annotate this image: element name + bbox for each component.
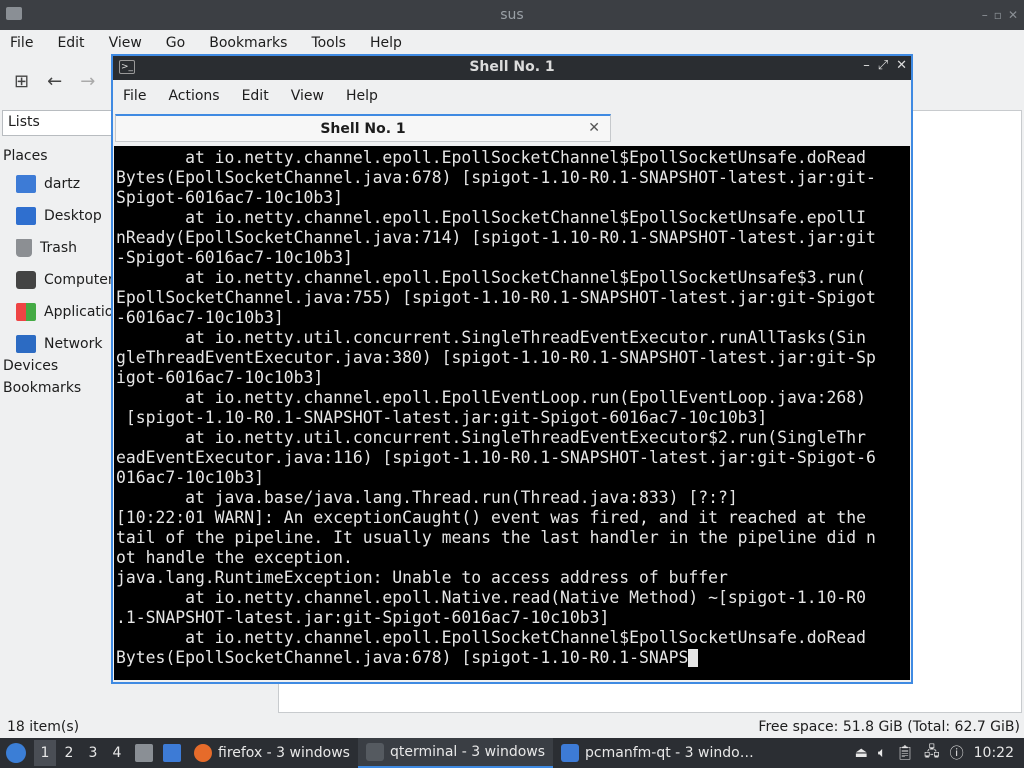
workspace-2[interactable]: 2 [58,740,80,766]
terminal-line: [spigot-1.10-R0.1-SNAPSHOT-latest.jar:gi… [116,408,768,427]
terminal-line: at io.netty.channel.epoll.EpollSocketCha… [116,208,866,227]
terminal-titlebar[interactable]: >_ Shell No. 1 – ⤢ ✕ [113,56,911,80]
menu-tools[interactable]: Tools [311,35,358,51]
tab-shell-1[interactable]: Shell No. 1 ✕ [115,114,611,142]
free-space: Free space: 51.8 GiB (Total: 62.7 GiB) [758,718,1020,735]
task-firefox[interactable]: firefox - 3 windows [186,738,358,768]
terminal-line: at io.netty.util.concurrent.SingleThread… [116,328,866,347]
terminal-line: at io.netty.channel.epoll.EpollEventLoop… [116,388,866,407]
sidebar-item-trash[interactable]: Trash [0,232,112,264]
menu-file[interactable]: File [123,88,146,104]
show-desktop-icon[interactable] [163,744,181,762]
maximize-icon[interactable]: ▫ [994,8,1002,22]
menu-file[interactable]: File [10,35,45,51]
terminal-line: at io.netty.util.concurrent.SingleThread… [116,428,866,447]
terminal-line: eadEventExecutor.java:116) [spigot-1.10-… [116,448,876,467]
devices-header[interactable]: Devices [0,356,112,378]
menu-help[interactable]: Help [370,35,414,51]
sidebar-item-desktop[interactable]: Desktop [0,200,112,232]
terminal-line: igot-6016ac7-10c10b3] [116,368,324,387]
terminal-line: 016ac7-10c10b3] [116,468,265,487]
back-icon[interactable]: ← [47,71,62,92]
close-icon[interactable]: ✕ [896,58,907,73]
maximize-icon[interactable]: ⤢ [878,58,888,73]
clock[interactable]: 10:22 [974,745,1014,761]
menu-actions[interactable]: Actions [168,88,219,104]
terminal-line: Bytes(EpollSocketChannel.java:678) [spig… [116,648,910,668]
menubar: File Edit View Go Bookmarks Tools Help [0,30,1024,56]
firefox-icon [194,744,212,762]
places-sidebar: Places dartz Desktop Trash Computer Appl… [0,146,112,400]
terminal-line: at io.netty.channel.epoll.EpollSocketCha… [116,628,866,647]
terminal-line: EpollSocketChannel.java:755) [spigot-1.1… [116,288,876,307]
menu-edit[interactable]: Edit [242,88,269,104]
menu-view[interactable]: View [291,88,324,104]
cursor [688,649,699,667]
trash-icon [16,239,32,257]
workspace-3[interactable]: 3 [82,740,104,766]
menu-view[interactable]: View [109,35,154,51]
terminal-line: at io.netty.channel.epoll.EpollSocketCha… [116,148,866,167]
terminal-menubar: File Actions Edit View Help [113,80,911,112]
computer-icon [16,271,36,289]
system-tray: ⏏ 🔈︎ 📋︎ 🖧 ⓘ 10:22 [855,741,1024,765]
start-menu-icon[interactable] [6,743,26,763]
terminal-line: .1-SNAPSHOT-latest.jar:git-Spigot-6016ac… [116,608,610,627]
statusbar: 18 item(s) Free space: 51.8 GiB (Total: … [0,715,1024,738]
window-title: sus [500,7,524,23]
network-tray-icon[interactable]: 🖧 [924,741,940,765]
terminal-line: tail of the pipeline. It usually means t… [116,528,876,547]
folder-icon [561,744,580,762]
desktop-icon [16,207,36,225]
folder-icon [16,175,36,193]
workspace-1[interactable]: 1 [34,740,56,766]
menu-edit[interactable]: Edit [57,35,96,51]
terminal-line: at java.base/java.lang.Thread.run(Thread… [116,488,738,507]
terminal-window: >_ Shell No. 1 – ⤢ ✕ File Actions Edit V… [111,54,913,684]
task-qterminal[interactable]: qterminal - 3 windows [357,738,554,768]
minimize-icon[interactable]: – [863,58,870,73]
terminal-line: Bytes(EpollSocketChannel.java:678) [spig… [116,168,876,187]
file-manager-launcher-icon[interactable] [135,744,153,762]
terminal-output[interactable]: at io.netty.channel.epoll.EpollSocketCha… [114,146,910,680]
network-icon [16,335,36,353]
volume-icon[interactable]: 🔈︎ [878,745,886,761]
terminal-line: Spigot-6016ac7-10c10b3] [116,188,343,207]
side-pane-mode-select[interactable]: Lists [2,110,114,136]
terminal-line: -6016ac7-10c10b3] [116,308,284,327]
clipboard-icon[interactable]: 📋︎ [896,745,914,761]
terminal-line: -Spigot-6016ac7-10c10b3] [116,248,353,267]
applications-icon [16,303,36,321]
sidebar-item-applications[interactable]: Applications [0,296,112,328]
terminal-line: nReady(EpollSocketChannel.java:714) [spi… [116,228,876,247]
terminal-line: [10:22:01 WARN]: An exceptionCaught() ev… [116,508,866,527]
sidebar-item-computer[interactable]: Computer [0,264,112,296]
terminal-icon [365,743,384,761]
item-count: 18 item(s) [7,718,80,735]
menu-help[interactable]: Help [346,88,378,104]
file-manager-titlebar[interactable]: sus – ▫ ✕ [0,0,1024,30]
menu-go[interactable]: Go [166,35,197,51]
task-pcmanfm[interactable]: pcmanfm-qt - 3 windo… [553,738,762,768]
close-icon[interactable]: ✕ [1008,8,1018,22]
terminal-line: at io.netty.channel.epoll.Native.read(Na… [116,588,866,607]
tab-label: Shell No. 1 [320,120,406,137]
terminal-line: gleThreadEventExecutor.java:380) [spigot… [116,348,876,367]
close-tab-icon[interactable]: ✕ [588,120,600,136]
terminal-title: Shell No. 1 [469,59,555,75]
bookmarks-header[interactable]: Bookmarks [0,378,112,400]
terminal-line: java.lang.RuntimeException: Unable to ac… [116,568,728,587]
taskbar: 1 2 3 4 firefox - 3 windows qterminal - … [0,738,1024,768]
new-tab-icon[interactable]: ⊞ [14,71,29,92]
menu-bookmarks[interactable]: Bookmarks [209,35,299,51]
minimize-icon[interactable]: – [982,8,988,22]
terminal-line: ot handle the exception. [116,548,353,567]
workspace-4[interactable]: 4 [106,740,128,766]
eject-icon[interactable]: ⏏ [855,745,868,761]
terminal-line: at io.netty.channel.epoll.EpollSocketCha… [116,268,866,287]
update-icon[interactable]: ⓘ [950,743,964,763]
sidebar-item-dartz[interactable]: dartz [0,168,112,200]
forward-icon[interactable]: → [80,71,95,92]
places-header[interactable]: Places [0,146,112,168]
